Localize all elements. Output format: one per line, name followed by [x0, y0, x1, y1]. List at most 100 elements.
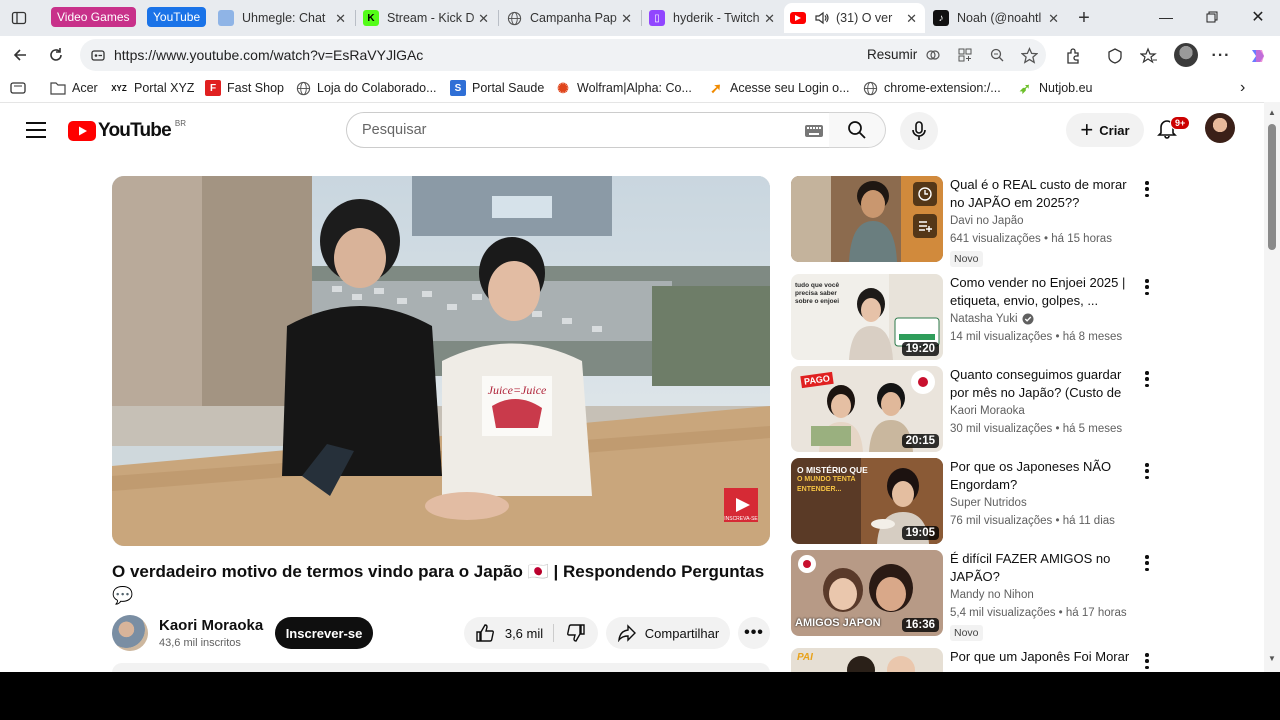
recommendation-item[interactable]: PAGO 20:15 Quanto conseguimos guardar po… — [791, 366, 1171, 452]
search-button[interactable] — [829, 112, 886, 148]
video-thumbnail[interactable]: tudo que você precisa saber sobre o enjoei… — [791, 274, 943, 360]
bookmark-loja-colaborador[interactable]: Loja do Colaborado... — [295, 79, 437, 97]
tab-campanha[interactable]: Campanha Pap ✕ — [500, 3, 640, 33]
recommendation-channel[interactable]: Super Nutridos — [950, 497, 1027, 509]
bookmark-chrome-extension[interactable]: chrome-extension:/... — [862, 79, 1001, 97]
add-to-queue-icon[interactable] — [913, 214, 937, 238]
more-options-icon[interactable] — [1141, 461, 1153, 481]
close-icon[interactable]: ✕ — [906, 11, 917, 27]
app-available-icon[interactable] — [956, 46, 974, 64]
video-thumbnail[interactable]: O MISTÉRIO QUE O MUNDO TENTA ENTENDER... 1… — [791, 458, 943, 544]
keyboard-icon[interactable] — [805, 124, 823, 142]
close-icon[interactable]: ✕ — [621, 11, 632, 27]
channel-avatar[interactable] — [112, 615, 148, 651]
tab-twitch[interactable]: ▯ hyderik - Twitch ✕ — [643, 3, 783, 33]
favorite-star-icon[interactable] — [1020, 46, 1038, 64]
audio-playing-icon[interactable] — [814, 10, 830, 26]
back-icon[interactable] — [8, 44, 32, 66]
scroll-down-icon[interactable]: ▼ — [1268, 654, 1276, 663]
recommendation-item[interactable]: PAI Por que um Japonês Foi Morar — [791, 648, 1171, 672]
recommendation-channel[interactable]: Davi no Japão — [950, 215, 1024, 227]
recommendation-item[interactable]: O MISTÉRIO QUE O MUNDO TENTA ENTENDER... 1… — [791, 458, 1171, 544]
channel-name[interactable]: Kaori Moraoka — [159, 617, 263, 634]
zoom-icon[interactable] — [988, 46, 1006, 64]
menu-icon[interactable] — [26, 122, 46, 138]
copilot-summary-icon[interactable] — [924, 46, 942, 64]
recommendation-item[interactable]: AMIGOS JAPON 16:36 É difícil FAZER AMIGO… — [791, 550, 1171, 641]
tab-uhmegle[interactable]: Uhmegle: Chat ✕ — [212, 3, 354, 33]
subscribe-button[interactable]: Inscrever-se — [275, 617, 373, 649]
settings-more-icon[interactable]: ··· — [1210, 45, 1232, 67]
voice-search-button[interactable] — [900, 112, 938, 150]
recommendation-title[interactable]: É difícil FAZER AMIGOS no JAPÃO? — [950, 550, 1135, 586]
recommendation-channel[interactable]: Natasha Yuki — [950, 313, 1034, 325]
favorites-list-icon[interactable] — [1138, 45, 1160, 67]
recommendation-title[interactable]: Por que um Japonês Foi Morar — [950, 648, 1135, 666]
scrollbar-thumb[interactable] — [1268, 124, 1276, 250]
tab-kick[interactable]: K Stream - Kick D ✕ — [357, 3, 497, 33]
share-button[interactable]: Compartilhar — [606, 617, 730, 649]
video-thumbnail[interactable]: AMIGOS JAPON 16:36 — [791, 550, 943, 636]
refresh-icon[interactable] — [44, 44, 68, 66]
recommendation-title[interactable]: Por que os Japoneses NÃO Engordam? — [950, 458, 1135, 494]
dislike-button[interactable] — [554, 617, 598, 649]
more-options-icon[interactable] — [1141, 369, 1153, 389]
bookmark-portal-saude[interactable]: S Portal Saude — [450, 79, 544, 97]
chevron-right-icon[interactable]: › — [1240, 79, 1245, 97]
new-tab-icon[interactable]: + — [1071, 6, 1097, 30]
description-box[interactable] — [112, 663, 770, 672]
page-scrollbar[interactable]: ▲ ▼ — [1264, 102, 1280, 672]
bookmark-portal-xyz[interactable]: XYZ Portal XYZ — [110, 79, 194, 97]
recommendation-channel[interactable]: Kaori Moraoka — [950, 405, 1025, 417]
recommendation-channel[interactable]: Mandy no Nihon — [950, 589, 1034, 601]
scroll-up-icon[interactable]: ▲ — [1268, 108, 1276, 117]
video-thumbnail[interactable] — [791, 176, 943, 262]
watch-later-icon[interactable] — [913, 182, 937, 206]
tab-youtube-active[interactable]: (31) O ver ✕ — [784, 3, 925, 33]
create-button[interactable]: + Criar — [1066, 113, 1144, 147]
tabs-collection-icon[interactable] — [10, 79, 26, 97]
more-options-icon[interactable] — [1141, 651, 1153, 671]
tab-group-video-games[interactable]: Video Games — [51, 7, 136, 27]
close-icon[interactable]: ✕ — [478, 11, 489, 27]
minimize-icon[interactable]: — — [1143, 0, 1189, 34]
video-thumbnail[interactable]: PAI — [791, 648, 943, 672]
bookmark-wolfram[interactable]: ✺ Wolfram|Alpha: Co... — [555, 79, 692, 97]
youtube-logo[interactable]: YouTube BR — [68, 119, 186, 142]
recommendation-title[interactable]: Como vender no Enjoei 2025 | etiqueta, e… — [950, 274, 1135, 310]
close-icon[interactable]: ✕ — [764, 11, 775, 27]
restore-icon[interactable] — [1189, 0, 1235, 34]
account-avatar[interactable] — [1205, 113, 1235, 143]
tab-tiktok[interactable]: ♪ Noah (@noahtl ✕ — [927, 3, 1067, 33]
more-options-icon[interactable] — [1141, 179, 1153, 199]
like-button[interactable]: 3,6 mil — [464, 617, 554, 649]
recommendation-item[interactable]: tudo que você precisa saber sobre o enjoei… — [791, 274, 1171, 360]
close-icon[interactable]: ✕ — [1048, 11, 1059, 27]
notifications-button[interactable]: 9+ — [1156, 116, 1191, 139]
tab-actions-icon[interactable] — [6, 6, 32, 30]
bookmark-acer[interactable]: Acer — [50, 79, 98, 97]
bookmark-fast-shop[interactable]: F Fast Shop — [205, 79, 284, 97]
extensions-icon[interactable] — [1062, 45, 1084, 67]
more-options-icon[interactable] — [1141, 277, 1153, 297]
site-info-icon[interactable] — [90, 47, 106, 68]
copilot-icon[interactable] — [1247, 45, 1269, 67]
close-icon[interactable]: ✕ — [335, 11, 346, 27]
close-window-icon[interactable]: ✕ — [1235, 0, 1280, 34]
search-input[interactable]: Pesquisar — [346, 112, 830, 148]
recommendation-title[interactable]: Quanto conseguimos guardar por mês no Ja… — [950, 366, 1135, 402]
bookmark-nutjob[interactable]: ➶ Nutjob.eu — [1017, 79, 1092, 97]
recommendation-title[interactable]: Qual é o REAL custo de morar no JAPÃO em… — [950, 176, 1135, 212]
more-options-icon[interactable] — [1141, 553, 1153, 573]
url-text[interactable]: https://www.youtube.com/watch?v=EsRaVYJl… — [114, 47, 423, 63]
browser-essentials-icon[interactable] — [1104, 45, 1126, 67]
resumir-label[interactable]: Resumir — [867, 47, 917, 62]
video-thumbnail[interactable]: PAGO 20:15 — [791, 366, 943, 452]
bookmark-acesse-login[interactable]: ➚ Acesse seu Login o... — [708, 79, 849, 97]
recommendation-item[interactable]: Qual é o REAL custo de morar no JAPÃO em… — [791, 176, 1171, 267]
omnibox[interactable]: https://www.youtube.com/watch?v=EsRaVYJl… — [80, 39, 1046, 71]
video-player[interactable]: Juice=Juice INSCREVA-SE — [112, 176, 770, 546]
tab-group-youtube[interactable]: YouTube — [147, 7, 207, 27]
more-actions-button[interactable]: ••• — [738, 617, 770, 649]
profile-avatar[interactable] — [1174, 43, 1198, 67]
